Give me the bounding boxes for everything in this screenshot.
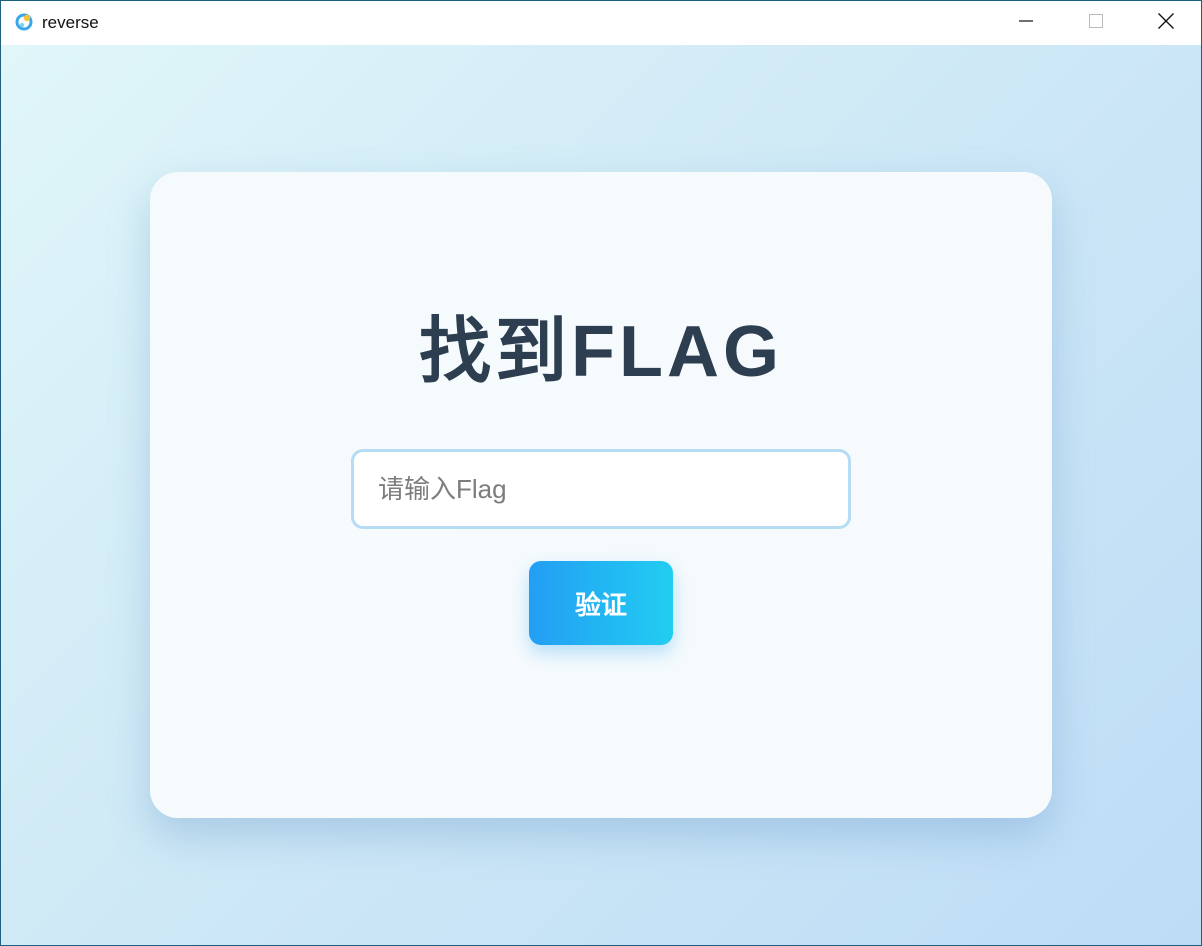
title-bar[interactable]: reverse [1, 1, 1201, 45]
window-title: reverse [42, 13, 99, 32]
flag-input[interactable] [351, 449, 851, 529]
app-window: reverse 找到FLAG 验证 [0, 0, 1202, 946]
verify-button[interactable]: 验证 [529, 561, 673, 645]
close-button[interactable] [1131, 1, 1201, 45]
close-icon [1157, 12, 1175, 35]
flag-card: 找到FLAG 验证 [150, 172, 1052, 818]
app-content: 找到FLAG 验证 [1, 45, 1201, 945]
maximize-button[interactable] [1061, 1, 1131, 45]
maximize-icon [1088, 13, 1104, 34]
page-title: 找到FLAG [419, 312, 783, 392]
minimize-button[interactable] [991, 1, 1061, 45]
minimize-icon [1018, 13, 1034, 34]
app-logo-icon [14, 12, 34, 32]
